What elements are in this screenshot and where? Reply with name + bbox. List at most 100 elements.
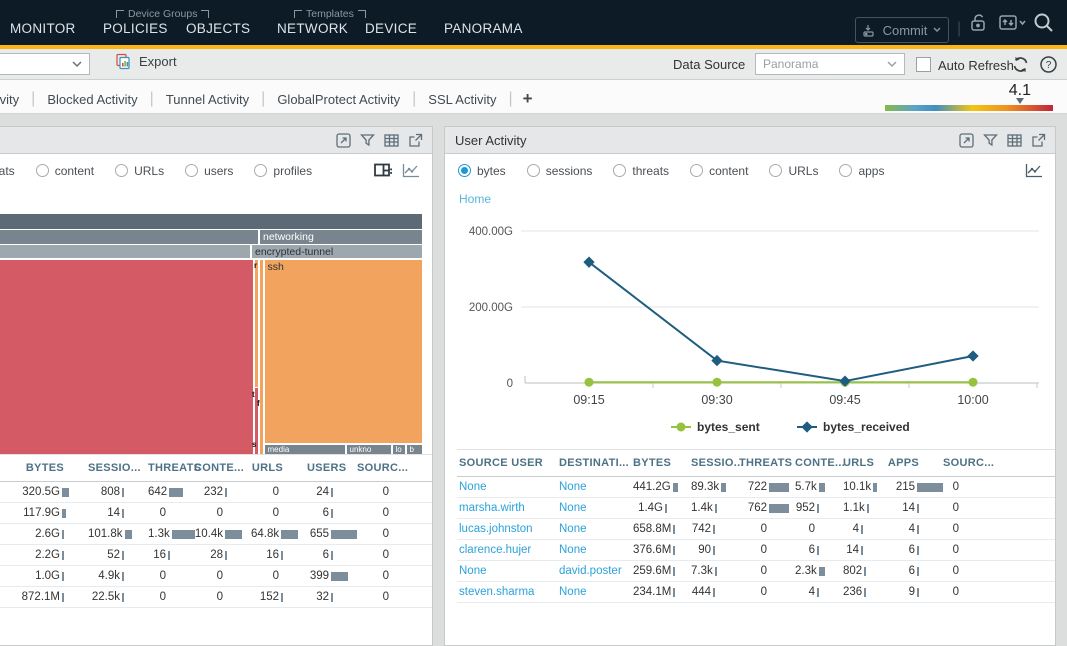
- nav-monitor[interactable]: MONITOR: [10, 21, 76, 36]
- search-icon[interactable]: [1033, 12, 1055, 34]
- treemap-block-ssh[interactable]: ssh: [265, 260, 423, 443]
- breadcrumb[interactable]: Home: [445, 187, 1055, 211]
- nav-objects[interactable]: OBJECTS: [186, 21, 250, 36]
- column-header[interactable]: SOURCE USER: [457, 457, 557, 469]
- column-header[interactable]: CONTE...: [795, 457, 843, 469]
- user-link[interactable]: None: [559, 586, 587, 598]
- add-tab-button[interactable]: +: [513, 89, 543, 109]
- user-link[interactable]: clarence.hujer: [459, 544, 531, 556]
- user-link[interactable]: steven.sharma: [459, 586, 534, 598]
- radio-dot[interactable]: [185, 164, 198, 177]
- user-link[interactable]: None: [559, 544, 587, 556]
- radio-dot[interactable]: [527, 164, 540, 177]
- table-icon[interactable]: [384, 133, 399, 148]
- line-chart-icon[interactable]: [1025, 163, 1043, 178]
- jump-icon[interactable]: [1031, 133, 1046, 148]
- treemap-block[interactable]: [0, 214, 422, 229]
- radio-URLs[interactable]: URLs: [769, 164, 818, 178]
- tab-activity[interactable]: Activity: [0, 92, 31, 107]
- left-select[interactable]: [0, 53, 90, 75]
- numeric-cell: 872.1M: [0, 587, 88, 607]
- export-button[interactable]: Export: [115, 53, 177, 70]
- column-header[interactable]: URLS: [843, 457, 887, 469]
- column-header[interactable]: THREATS: [148, 462, 194, 474]
- data-source-select[interactable]: Panorama: [755, 53, 905, 75]
- tab-blocked-activity[interactable]: Blocked Activity: [35, 92, 149, 107]
- numeric-cell: 90: [691, 540, 739, 560]
- maximize-icon[interactable]: [959, 133, 974, 148]
- column-header[interactable]: SESSIO...: [88, 462, 148, 474]
- radio-content[interactable]: content: [36, 164, 94, 178]
- filter-icon[interactable]: [983, 133, 998, 148]
- commit-button[interactable]: Commit: [855, 17, 949, 43]
- radio-threats[interactable]: threats: [613, 164, 669, 178]
- treemap-block-unkno[interactable]: unkno: [347, 445, 391, 454]
- nav-device[interactable]: DEVICE: [365, 21, 417, 36]
- treemap-block[interactable]: [255, 260, 259, 387]
- radio-apps[interactable]: apps: [839, 164, 884, 178]
- table-icon[interactable]: [1007, 133, 1022, 148]
- column-header[interactable]: SOURC...: [943, 457, 987, 469]
- user-link[interactable]: lucas.johnston: [459, 523, 533, 535]
- radio-dot[interactable]: [839, 164, 852, 177]
- treemap-block-encrypted-tunnel[interactable]: encrypted-tunnel: [252, 245, 422, 258]
- user-link[interactable]: None: [559, 502, 587, 514]
- radio-threats[interactable]: threats: [0, 164, 15, 178]
- column-header[interactable]: SOURC...: [357, 462, 417, 474]
- tab-tunnel-activity[interactable]: Tunnel Activity: [154, 92, 261, 107]
- help-icon[interactable]: ?: [1039, 55, 1058, 74]
- radio-dot[interactable]: [36, 164, 49, 177]
- radio-dot[interactable]: [613, 164, 626, 177]
- treemap-block[interactable]: [0, 245, 250, 258]
- treemap-block[interactable]: [0, 230, 258, 244]
- column-header[interactable]: BYTES: [633, 457, 691, 469]
- column-header[interactable]: BYTES: [0, 462, 88, 474]
- column-header[interactable]: CONTE...: [194, 462, 251, 474]
- check-in-icon[interactable]: [998, 13, 1026, 33]
- treemap-block-networking[interactable]: networking: [260, 230, 422, 244]
- nav-panorama[interactable]: PANORAMA: [444, 21, 523, 36]
- radio-bytes[interactable]: bytes: [458, 164, 506, 178]
- column-header[interactable]: SESSIO...: [691, 457, 739, 469]
- column-header[interactable]: DESTINATI...: [557, 457, 633, 469]
- radio-profiles[interactable]: profiles: [254, 164, 312, 178]
- treemap-block[interactable]: [0, 260, 253, 454]
- user-link[interactable]: marsha.wirth: [459, 502, 525, 514]
- radio-users[interactable]: users: [185, 164, 233, 178]
- treemap-block[interactable]: [255, 388, 259, 454]
- maximize-icon[interactable]: [336, 133, 351, 148]
- column-header[interactable]: USERS: [307, 462, 357, 474]
- nav-network[interactable]: NETWORK: [277, 21, 348, 36]
- nav-policies[interactable]: POLICIES: [103, 21, 168, 36]
- tab-ssl-activity[interactable]: SSL Activity: [416, 92, 508, 107]
- radio-dot[interactable]: [115, 164, 128, 177]
- user-link[interactable]: None: [559, 481, 587, 493]
- radio-dot[interactable]: [769, 164, 782, 177]
- refresh-icon[interactable]: [1011, 55, 1030, 74]
- column-header[interactable]: URLS: [251, 462, 307, 474]
- treemap-icon[interactable]: [374, 163, 392, 178]
- line-chart-icon[interactable]: [402, 163, 420, 178]
- lock-icon[interactable]: [968, 13, 990, 33]
- treemap-block-b[interactable]: b: [407, 445, 423, 454]
- column-header[interactable]: THREATS: [739, 457, 795, 469]
- treemap-block-media[interactable]: media: [265, 445, 345, 454]
- checkbox[interactable]: [916, 57, 931, 72]
- auto-refresh-checkbox[interactable]: Auto Refresh: [916, 57, 1014, 73]
- treemap-block[interactable]: [260, 260, 264, 454]
- column-header[interactable]: APPS: [887, 457, 943, 469]
- tab-globalprotect-activity[interactable]: GlobalProtect Activity: [265, 92, 412, 107]
- radio-dot[interactable]: [458, 164, 471, 177]
- jump-icon[interactable]: [408, 133, 423, 148]
- radio-dot[interactable]: [254, 164, 267, 177]
- user-link[interactable]: None: [459, 481, 487, 493]
- radio-sessions[interactable]: sessions: [527, 164, 593, 178]
- user-link[interactable]: None: [459, 565, 487, 577]
- user-link[interactable]: david.poster: [559, 565, 622, 577]
- user-link[interactable]: None: [559, 523, 587, 535]
- filter-icon[interactable]: [360, 133, 375, 148]
- treemap-block-lo[interactable]: lo: [393, 445, 405, 454]
- radio-content[interactable]: content: [690, 164, 748, 178]
- radio-dot[interactable]: [690, 164, 703, 177]
- radio-URLs[interactable]: URLs: [115, 164, 164, 178]
